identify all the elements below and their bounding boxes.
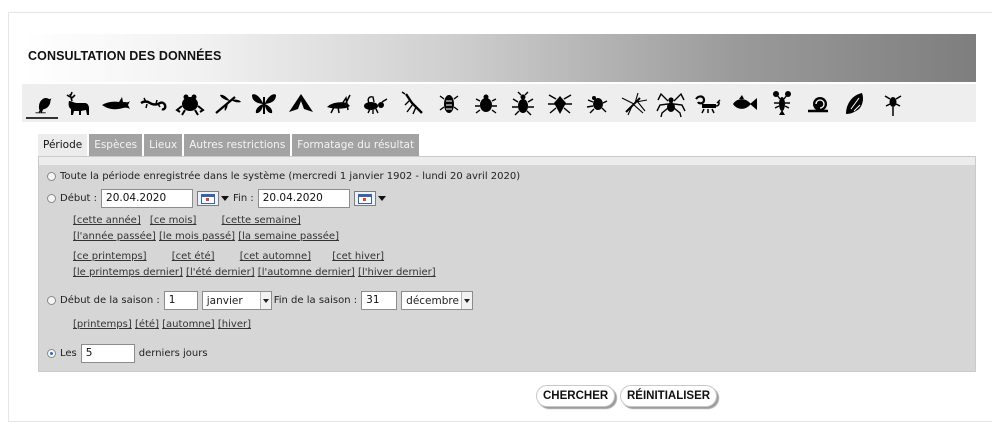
reset-button[interactable]: RÉINITIALISER [620,385,718,407]
season-row: Début de la saison : 1 janvier Fin de la… [47,291,474,310]
link-this-winter[interactable]: [cet hiver] [332,251,384,262]
spider-icon[interactable] [655,89,687,119]
mantis-icon[interactable] [396,89,428,119]
last-days-suffix: derniers jours [138,348,208,359]
quick-links-last-seasons: [le printemps dernier] [l'été dernier] [… [73,267,436,278]
deer-icon[interactable] [63,89,95,119]
link-last-summer[interactable]: [l'été dernier] [186,267,255,278]
link-last-autumn[interactable]: [l'automne dernier] [258,267,355,278]
link-last-year[interactable]: [l'année passée] [73,231,156,242]
season-start-label: Début de la saison : [60,295,160,306]
taxon-icon-bar [22,84,976,122]
link-this-spring[interactable]: [ce printemps] [73,251,147,262]
season-end-month-value: décembre [406,294,459,307]
crayfish-icon[interactable] [766,89,798,119]
quick-links-current: [cette année] [ce mois] [cette semaine] [73,215,301,226]
bird-icon[interactable] [26,89,58,119]
end-label: Fin : [233,193,254,204]
shark-icon[interactable] [100,89,132,119]
end-dropdown-arrow-icon[interactable] [377,196,386,201]
link-spring[interactable]: [printemps] [73,319,132,330]
panel-top-strip [39,157,975,165]
chevron-down-icon [461,292,473,309]
lizard-icon[interactable] [137,89,169,119]
tab-autres-restrictions[interactable]: Autres restrictions [184,134,291,156]
season-end-label: Fin de la saison : [273,295,358,306]
all-period-row: Toute la période enregistrée dans le sys… [47,171,520,182]
snail-icon[interactable] [803,89,835,119]
frog-icon[interactable] [174,89,206,119]
shell-icon[interactable] [840,89,872,119]
season-start-month-value: janvier [206,294,243,307]
link-this-autumn[interactable]: [cet automne] [240,251,311,262]
start-date-input[interactable]: 20.04.2020 [101,189,194,208]
dragonfly-icon[interactable] [211,89,243,119]
moth-icon[interactable] [285,89,317,119]
link-last-winter[interactable]: [l'hiver dernier] [358,267,436,278]
quick-links-seasons: [ce printemps] [cet été] [cet automne] [… [73,251,384,262]
crane-fly-icon[interactable] [618,89,650,119]
tab-formatage[interactable]: Formatage du résultat [292,134,420,156]
quick-links-last: [l'année passée] [le mois passé] [la sem… [73,231,339,242]
link-this-week[interactable]: [cette semaine] [222,215,301,226]
link-autumn[interactable]: [automne] [162,319,215,330]
link-last-month[interactable]: [le mois passé] [159,231,235,242]
season-radio[interactable] [47,296,56,305]
scorpion-icon[interactable] [692,89,724,119]
chevron-down-icon [259,292,271,309]
tab-especes[interactable]: Espèces [89,134,143,156]
butterfly-icon[interactable] [248,89,280,119]
link-summer[interactable]: [été] [135,319,159,330]
start-dropdown-arrow-icon[interactable] [221,196,230,201]
date-range-radio[interactable] [47,194,56,203]
season-start-day-input[interactable]: 1 [163,291,198,310]
last-days-input[interactable]: 5 [80,344,135,363]
page-header: CONSULTATION DES DONNÉES [22,34,976,82]
search-button[interactable]: CHERCHER [536,385,616,407]
page-title: CONSULTATION DES DONNÉES [28,49,222,63]
fish-icon[interactable] [729,89,761,119]
tab-bar: Période Espèces Lieux Autres restriction… [38,134,421,156]
season-links: [printemps] [été] [automne] [hiver] [73,319,251,330]
link-last-week[interactable]: [la semaine passée] [238,231,339,242]
end-date-input[interactable]: 20.04.2020 [257,189,350,208]
season-end-month-select[interactable]: décembre [401,291,474,310]
cicada-icon[interactable] [433,89,465,119]
last-days-prefix: Les [60,348,77,359]
all-period-radio[interactable] [47,172,56,181]
link-this-year[interactable]: [cette année] [73,215,141,226]
bee-icon[interactable] [359,89,391,119]
all-period-label: Toute la période enregistrée dans le sys… [60,171,521,182]
start-calendar-button[interactable] [197,191,220,206]
start-label: Début : [60,193,98,204]
period-panel: Toute la période enregistrée dans le sys… [38,156,976,372]
season-start-month-select[interactable]: janvier [201,291,272,310]
last-days-radio[interactable] [47,349,56,358]
link-winter[interactable]: [hiver] [218,319,251,330]
beetle-icon[interactable] [507,89,539,119]
grasshopper-icon[interactable] [322,89,354,119]
stink-bug-icon[interactable] [544,89,576,119]
link-last-spring[interactable]: [le printemps dernier] [73,267,183,278]
small-beetle-icon[interactable] [581,89,613,119]
last-days-row: Les 5 derniers jours [47,344,208,363]
link-this-month[interactable]: [ce mois] [150,215,196,226]
tab-periode[interactable]: Période [38,134,88,156]
end-calendar-button[interactable] [353,191,376,206]
date-range-row: Début : 20.04.2020 Fin : 20.04.2020 [47,189,390,208]
link-this-summer[interactable]: [cet été] [172,251,215,262]
ladybug-icon[interactable] [470,89,502,119]
worm-icon[interactable] [877,89,909,119]
season-end-day-input[interactable]: 31 [361,291,398,310]
calendar-icon [201,193,216,204]
tab-lieux[interactable]: Lieux [144,134,183,156]
calendar-icon [357,193,372,204]
